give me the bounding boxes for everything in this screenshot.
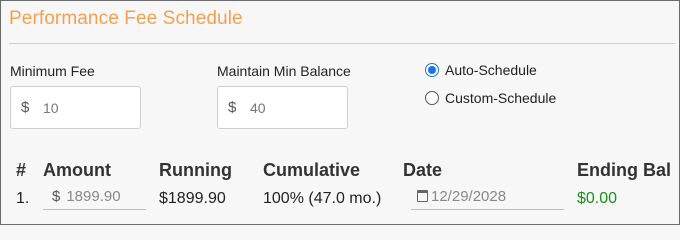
amount-input[interactable]: $1899.90 xyxy=(43,188,146,210)
maintain-min-input[interactable]: $ 40 xyxy=(217,86,348,129)
col-header-number: # xyxy=(16,160,27,180)
min-fee-input[interactable]: $ 10 xyxy=(10,86,141,129)
amount-value: 1899.90 xyxy=(66,188,121,205)
row-number: 1. xyxy=(16,190,30,207)
auto-schedule-label: Auto-Schedule xyxy=(445,62,537,78)
cumulative-value: 100% (47.0 mo.) xyxy=(263,190,382,207)
min-fee-label: Minimum Fee xyxy=(10,63,95,79)
date-value: 12/29/2028 xyxy=(431,188,507,205)
currency-symbol: $ xyxy=(21,99,30,116)
auto-schedule-option[interactable]: Auto-Schedule xyxy=(425,62,537,78)
maintain-min-value: 40 xyxy=(250,100,266,116)
col-header-ending-bal: Ending Bal xyxy=(577,160,671,180)
col-header-amount: Amount xyxy=(43,160,111,180)
col-header-date: Date xyxy=(403,160,443,180)
min-fee-value: 10 xyxy=(43,100,59,116)
performance-fee-panel: Performance Fee Schedule Minimum Fee $ 1… xyxy=(0,0,680,225)
date-input[interactable]: 12/29/2028 xyxy=(411,188,564,210)
col-header-cumulative: Cumulative xyxy=(263,160,361,180)
calendar-icon xyxy=(417,190,428,202)
section-title: Performance Fee Schedule xyxy=(9,8,243,29)
auto-schedule-radio[interactable] xyxy=(425,63,439,77)
ending-bal-value: $0.00 xyxy=(577,190,618,207)
custom-schedule-label: Custom-Schedule xyxy=(445,90,557,106)
custom-schedule-option[interactable]: Custom-Schedule xyxy=(425,90,556,106)
running-value: $1899.90 xyxy=(159,190,226,207)
col-header-running: Running xyxy=(159,160,232,180)
currency-symbol: $ xyxy=(228,99,237,116)
title-divider xyxy=(9,43,675,44)
maintain-min-label: Maintain Min Balance xyxy=(217,63,351,79)
custom-schedule-radio[interactable] xyxy=(425,91,439,105)
currency-symbol: $ xyxy=(52,188,61,205)
